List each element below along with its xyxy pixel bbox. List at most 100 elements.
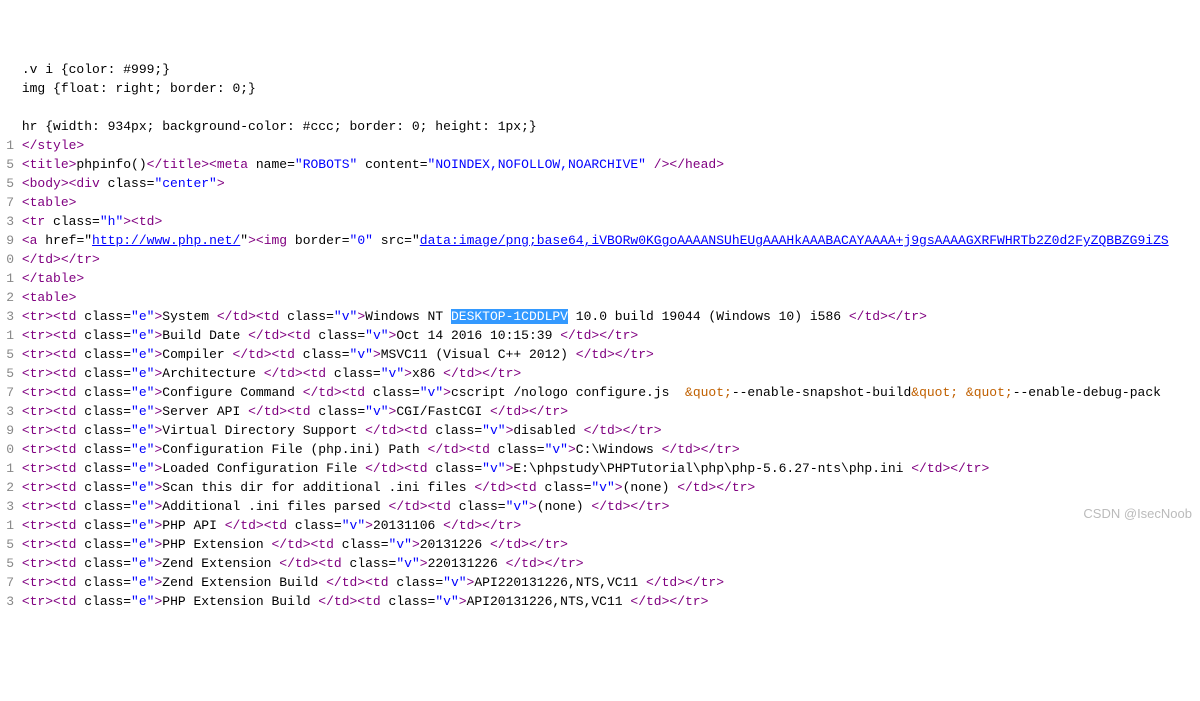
text-token: = [123, 461, 131, 476]
text-token: .v i {color: #999;} [22, 62, 170, 77]
code-line[interactable]: 3 <tr><td class="e">PHP Extension Build … [0, 592, 1200, 611]
attr-value-token: "v" [591, 480, 614, 495]
code-line[interactable]: 0 </td></tr> [0, 250, 1200, 269]
tag-token: </td><td [232, 347, 294, 362]
code-line[interactable]: 3 <tr class="h"><td> [0, 212, 1200, 231]
code-line[interactable]: 3 <tr><td class="e">Additional .ini file… [0, 497, 1200, 516]
code-line[interactable]: 7 <tr><td class="e">Configure Command </… [0, 383, 1200, 402]
code-line[interactable]: hr {width: 934px; background-color: #ccc… [0, 117, 1200, 136]
text-token [958, 385, 966, 400]
code-line[interactable]: 9 <tr><td class="e">Virtual Directory Su… [0, 421, 1200, 440]
code-line[interactable] [0, 98, 1200, 117]
tag-token: > [420, 556, 428, 571]
attr-name-token: class [76, 480, 123, 495]
attr-value-token: "ROBOTS" [295, 157, 357, 172]
code-line[interactable]: img {float: right; border: 0;} [0, 79, 1200, 98]
line-number: 1 [0, 459, 14, 478]
code-line[interactable]: 5 <tr><td class="e">Compiler </td><td cl… [0, 345, 1200, 364]
attr-name-token: class [76, 328, 123, 343]
line-number: 3 [0, 497, 14, 516]
attr-value-token: "v" [342, 518, 365, 533]
code-line[interactable]: 7 <tr><td class="e">Zend Extension Build… [0, 573, 1200, 592]
text-token: = [92, 214, 100, 229]
code-line[interactable]: 1 <tr><td class="e">Loaded Configuration… [0, 459, 1200, 478]
text-token: x86 [412, 366, 443, 381]
attr-name-token: class [490, 442, 537, 457]
attr-value-token: "e" [131, 499, 154, 514]
code-line[interactable]: 2 <table> [0, 288, 1200, 307]
attr-name-token: src [373, 233, 404, 248]
tag-token: <tr><td [22, 366, 77, 381]
attr-value-token: "v" [420, 385, 443, 400]
tag-token: <tr><td [22, 328, 77, 343]
code-line[interactable]: 5 <tr><td class="e">Zend Extension </td>… [0, 554, 1200, 573]
code-line[interactable]: 1 <tr><td class="e">PHP API </td><td cla… [0, 516, 1200, 535]
text-token: 20131106 [373, 518, 443, 533]
text-token: API20131226,NTS,VC11 [467, 594, 631, 609]
text-token: Virtual Directory Support [162, 423, 365, 438]
code-line[interactable]: 7 <table> [0, 193, 1200, 212]
code-line[interactable]: 0 <tr><td class="e">Configuration File (… [0, 440, 1200, 459]
code-line[interactable]: 1 </style> [0, 136, 1200, 155]
tag-token: </td></tr> [849, 309, 927, 324]
text-token: Zend Extension Build [162, 575, 326, 590]
source-code-view[interactable]: .v i {color: #999;} img {float: right; b… [0, 60, 1200, 611]
code-line[interactable]: 5 <tr><td class="e">Architecture </td><t… [0, 364, 1200, 383]
tag-token: /></head> [646, 157, 724, 172]
text-token: = [357, 328, 365, 343]
tag-token: > [154, 594, 162, 609]
tag-token: > [404, 366, 412, 381]
code-line[interactable]: 5 <tr><td class="e">PHP Extension </td><… [0, 535, 1200, 554]
text-token: = [357, 404, 365, 419]
attr-value-token: "e" [131, 328, 154, 343]
attr-name-token: class [311, 404, 358, 419]
tag-token: > [529, 499, 537, 514]
attr-value-token: "center" [154, 176, 216, 191]
code-line[interactable]: 9 <a href="http://www.php.net/"><img bor… [0, 231, 1200, 250]
attr-name-token: class [76, 594, 123, 609]
text-token: Zend Extension [162, 556, 279, 571]
code-line[interactable]: .v i {color: #999;} [0, 60, 1200, 79]
attr-name-token: content [357, 157, 419, 172]
tag-token: > [373, 347, 381, 362]
tag-token: </td><td [264, 366, 326, 381]
attr-value-token: "v" [365, 328, 388, 343]
code-line[interactable]: 1 <tr><td class="e">Build Date </td><td … [0, 326, 1200, 345]
text-token: = [123, 347, 131, 362]
tag-token: <table> [22, 195, 77, 210]
text-token: img {float: right; border: 0;} [22, 81, 256, 96]
attr-name-token: class [428, 461, 475, 476]
tag-token: > [154, 537, 162, 552]
tag-token: </td></tr> [591, 499, 669, 514]
tag-token: > [357, 309, 365, 324]
tag-token: <body><div [22, 176, 100, 191]
code-line[interactable]: 3 <tr><td class="e">Server API </td><td … [0, 402, 1200, 421]
tag-token: </td></tr> [560, 328, 638, 343]
code-line[interactable]: 2 <tr><td class="e">Scan this dir for ad… [0, 478, 1200, 497]
attr-name-token: class [381, 594, 428, 609]
text-token: E:\phpstudy\PHPTutorial\php\php-5.6.27-n… [513, 461, 911, 476]
link-text: http://www.php.net/ [92, 233, 240, 248]
attr-value-token: "v" [482, 461, 505, 476]
text-token: --enable-snapshot-build [732, 385, 911, 400]
text-token: = [123, 480, 131, 495]
line-number: 9 [0, 421, 14, 440]
code-line[interactable]: 1 </table> [0, 269, 1200, 288]
code-line[interactable]: 3 <tr><td class="e">System </td><td clas… [0, 307, 1200, 326]
text-token: = [420, 157, 428, 172]
code-line[interactable]: 5 <body><div class="center"> [0, 174, 1200, 193]
code-line[interactable]: 5 <title>phpinfo()</title><meta name="RO… [0, 155, 1200, 174]
text-token: = [474, 461, 482, 476]
attr-name-token: border [287, 233, 342, 248]
text-token: (none) [537, 499, 592, 514]
attr-name-token: class [45, 214, 92, 229]
text-token: cscript /nologo configure.js [451, 385, 685, 400]
text-token: = [123, 575, 131, 590]
text-token: Windows NT [365, 309, 451, 324]
attr-name-token: class [76, 575, 123, 590]
tag-token: </td></tr> [677, 480, 755, 495]
tag-token: </td><td [248, 328, 310, 343]
line-number: 9 [0, 231, 14, 250]
text-token: = [474, 423, 482, 438]
line-number: 7 [0, 193, 14, 212]
